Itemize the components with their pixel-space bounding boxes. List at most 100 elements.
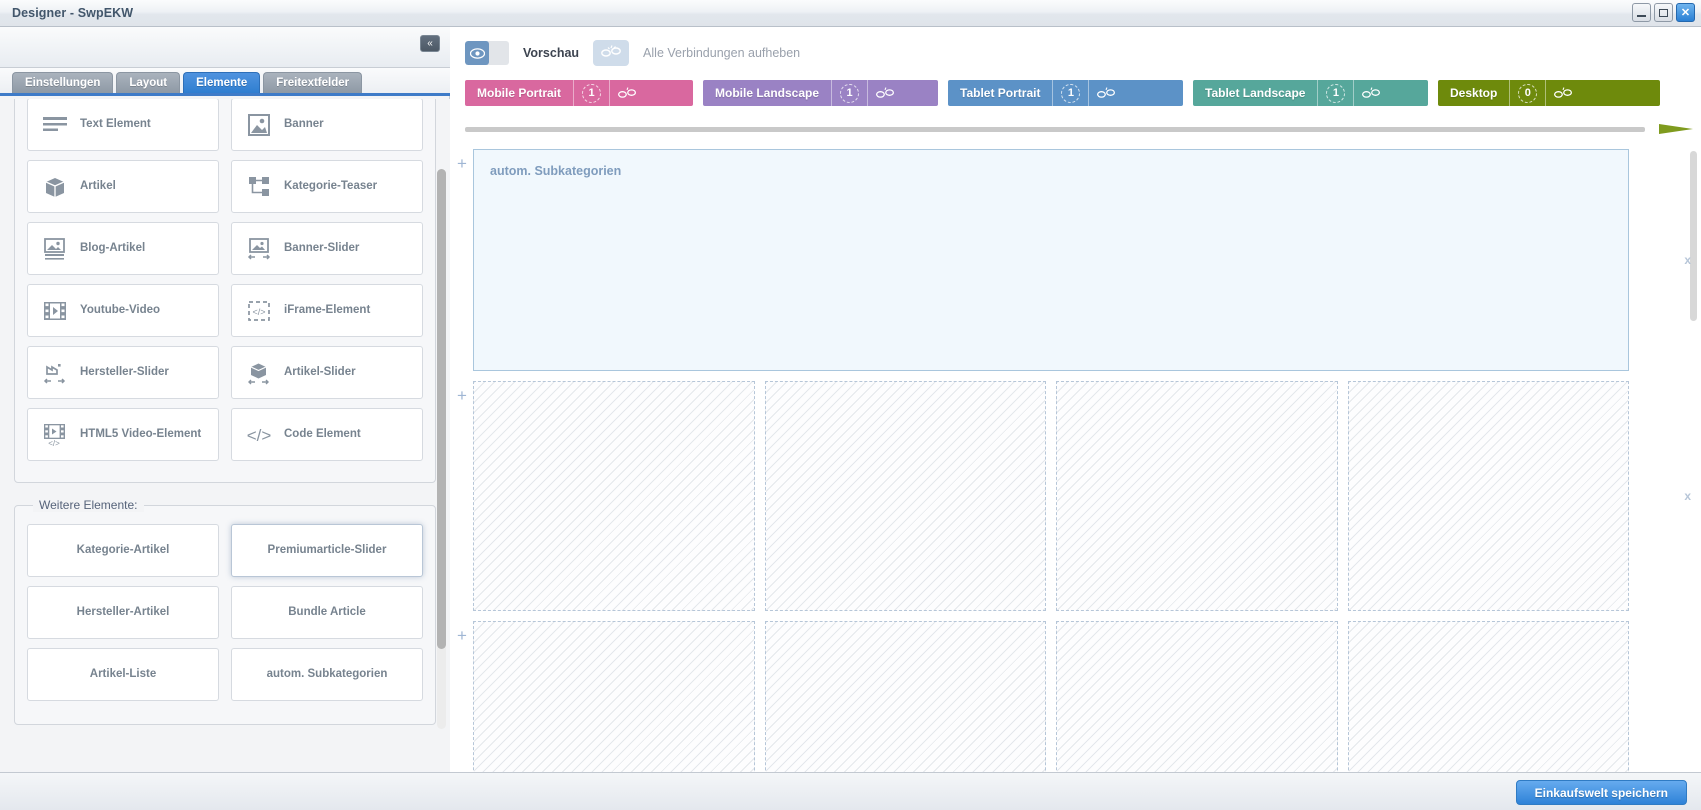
element-tile-artikel[interactable]: Artikel: [27, 160, 219, 213]
element-tile-kategorie-teaser[interactable]: Kategorie-Teaser: [231, 160, 423, 213]
canvas-resize-arrow-icon[interactable]: [1659, 124, 1693, 134]
element-tile-code-element[interactable]: </> Code Element: [231, 408, 423, 461]
viewport-mobile-landscape[interactable]: Mobile Landscape 1: [703, 80, 938, 106]
collapse-panel-button[interactable]: «: [420, 35, 440, 52]
element-tile-youtube-video[interactable]: Youtube-Video: [27, 284, 219, 337]
add-row-button[interactable]: +: [451, 381, 473, 404]
more-element-row: Hersteller-Artikel Bundle Article: [27, 586, 423, 639]
element-tile-iframe-element[interactable]: </> iFrame-Element: [231, 284, 423, 337]
unlink-all-button[interactable]: [593, 40, 630, 66]
window-titlebar: Designer - SwpEKW ✕: [0, 0, 1701, 27]
minimize-button[interactable]: [1632, 3, 1651, 22]
canvas: + autom. Subkategorien x + x +: [451, 119, 1701, 772]
preview-toolbar: Vorschau Alle Verbindungen aufheben: [451, 27, 1701, 79]
footer-bar: Einkaufswelt speichern: [0, 772, 1701, 810]
tab-einstellungen[interactable]: Einstellungen: [12, 72, 114, 93]
element-tile-html5-video-element[interactable]: </> HTML5 Video-Element: [27, 408, 219, 461]
category-tree-icon: [244, 172, 274, 202]
box-icon: [40, 172, 70, 202]
panel-scroll-content: Text Element Banner Artikel Kategorie-Te…: [0, 99, 450, 772]
canvas-empty-cell[interactable]: [473, 621, 755, 772]
viewport-mobile-portrait[interactable]: Mobile Portrait 1: [465, 80, 693, 106]
element-tile-label: Blog-Artikel: [80, 241, 146, 254]
more-element-tile-premiumarticle-slider[interactable]: Premiumarticle-Slider: [231, 524, 423, 577]
canvas-top-divider: [465, 127, 1645, 132]
viewport-unlink-button[interactable]: [609, 80, 643, 106]
add-row-button[interactable]: +: [451, 621, 473, 644]
element-tile-artikel-slider[interactable]: Artikel-Slider: [231, 346, 423, 399]
add-row-button[interactable]: +: [451, 149, 473, 172]
panel-scrollbar-thumb[interactable]: [437, 169, 446, 649]
viewport-label: Tablet Portrait: [960, 86, 1041, 100]
element-tile-label: iFrame-Element: [284, 303, 371, 316]
canvas-empty-cell[interactable]: [1056, 621, 1338, 772]
element-tile-hersteller-slider[interactable]: Hersteller-Slider: [27, 346, 219, 399]
designer-canvas-area: Vorschau Alle Verbindungen aufheben Mobi…: [451, 27, 1701, 772]
tab-layout[interactable]: Layout: [116, 72, 181, 93]
close-button[interactable]: ✕: [1676, 3, 1695, 22]
more-elements-legend: Weitere Elemente:: [33, 498, 144, 512]
element-tile-label: Kategorie-Teaser: [284, 179, 378, 192]
left-panel: « Einstellungen Layout Elemente Freitext…: [0, 27, 450, 772]
viewport-tablet-landscape[interactable]: Tablet Landscape 1: [1193, 80, 1428, 106]
minimize-icon: [1637, 14, 1646, 17]
panel-scrollbar[interactable]: [437, 169, 446, 729]
element-row: Blog-Artikel Banner-Slider: [27, 222, 423, 275]
element-row: Hersteller-Slider Artikel-Slider: [27, 346, 423, 399]
viewport-label: Mobile Portrait: [477, 86, 562, 100]
more-element-tile-kategorie-artikel[interactable]: Kategorie-Artikel: [27, 524, 219, 577]
more-element-tile-label: Bundle Article: [288, 605, 366, 618]
preview-toggle[interactable]: [465, 41, 509, 65]
box-slider-icon: [244, 358, 274, 388]
element-tile-label: Hersteller-Slider: [80, 365, 169, 378]
more-element-tile-label: Artikel-Liste: [89, 667, 157, 680]
viewport-unlink-button[interactable]: [1088, 80, 1122, 106]
save-einkaufswelt-button[interactable]: Einkaufswelt speichern: [1515, 780, 1687, 805]
tab-freitextfelder[interactable]: Freitextfelder: [263, 72, 363, 93]
more-element-row: Artikel-Liste autom. Subkategorien: [27, 648, 423, 701]
svg-text:</>: </>: [247, 426, 272, 445]
element-tile-label: Code Element: [284, 427, 361, 440]
element-row: </> HTML5 Video-Element </> Code Element: [27, 408, 423, 461]
canvas-empty-cell[interactable]: [764, 621, 1046, 772]
more-element-tile-bundle-article[interactable]: Bundle Article: [231, 586, 423, 639]
delete-row-button[interactable]: x: [1684, 489, 1691, 503]
viewport-tablet-portrait[interactable]: Tablet Portrait 1: [948, 80, 1183, 106]
blog-article-icon: [40, 234, 70, 264]
more-element-tile-hersteller-artikel[interactable]: Hersteller-Artikel: [27, 586, 219, 639]
window-title: Designer - SwpEKW: [12, 6, 134, 20]
more-element-tile-artikel-liste[interactable]: Artikel-Liste: [27, 648, 219, 701]
element-tile-banner[interactable]: Banner: [231, 99, 423, 151]
more-element-tile-label: Hersteller-Artikel: [76, 605, 170, 618]
canvas-empty-cell[interactable]: [1347, 621, 1629, 772]
canvas-empty-cell[interactable]: [473, 381, 755, 611]
banner-image-icon: [244, 110, 274, 140]
more-element-tile-autom-subkategorien[interactable]: autom. Subkategorien: [231, 648, 423, 701]
tab-elemente[interactable]: Elemente: [183, 72, 261, 93]
code-icon: </>: [244, 420, 274, 450]
canvas-empty-cell[interactable]: [764, 381, 1046, 611]
canvas-empty-cell[interactable]: [1056, 381, 1338, 611]
canvas-empty-cell[interactable]: [1347, 381, 1629, 611]
element-tile-blog-artikel[interactable]: Blog-Artikel: [27, 222, 219, 275]
element-row: Artikel Kategorie-Teaser: [27, 160, 423, 213]
factory-slider-icon: [40, 358, 70, 388]
element-tile-text-element[interactable]: Text Element: [27, 99, 219, 151]
svg-text:</>: </>: [252, 307, 265, 317]
maximize-button[interactable]: [1654, 3, 1673, 22]
broken-link-icon: [600, 44, 622, 62]
viewport-unlink-button[interactable]: [1545, 80, 1579, 106]
viewport-unlink-button[interactable]: [867, 80, 901, 106]
element-tile-banner-slider[interactable]: Banner-Slider: [231, 222, 423, 275]
viewport-label: Desktop: [1450, 86, 1498, 100]
preview-toggle-label: Vorschau: [523, 46, 580, 60]
canvas-block-autom-subkategorien[interactable]: autom. Subkategorien: [473, 149, 1629, 371]
viewport-unlink-button[interactable]: [1353, 80, 1387, 106]
viewport-count-badge: 1: [573, 80, 609, 106]
more-element-tile-label: Premiumarticle-Slider: [267, 543, 387, 556]
viewport-desktop[interactable]: Desktop 0: [1438, 80, 1660, 106]
delete-row-button[interactable]: x: [1684, 253, 1691, 267]
window-controls: ✕: [1632, 3, 1695, 22]
maximize-icon: [1659, 8, 1668, 17]
element-tile-label: Banner-Slider: [284, 241, 360, 254]
